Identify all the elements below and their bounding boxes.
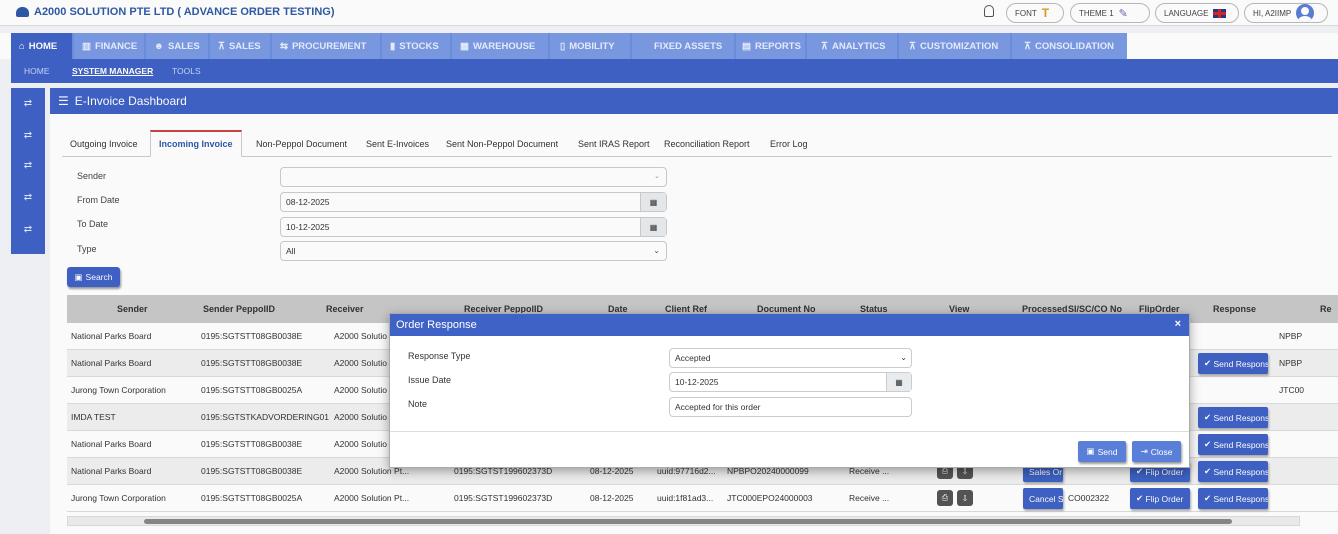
close-label: Close [1150,446,1173,457]
issue-date-input[interactable]: 10-12-2025 ▦ [669,372,912,392]
issue-date-value: 10-12-2025 [675,377,719,387]
send-label: Send [1097,446,1118,457]
note-label: Note [408,399,428,409]
response-type-select[interactable]: Accepted ⌄ [669,348,912,368]
modal-title: Order Response [396,319,477,331]
note-value: Accepted for this order [675,402,761,412]
sign-out-icon: ⇥ [1140,446,1148,456]
save-icon: ▣ [1086,446,1095,456]
modal-divider [390,431,1189,432]
note-input[interactable]: Accepted for this order [669,397,912,417]
modal-header: Order Response [390,314,1189,336]
chevron-down-icon: ⌄ [900,353,907,362]
send-button[interactable]: ▣ Send [1078,441,1126,462]
order-response-modal: Order Response × Response Type Accepted … [389,313,1190,468]
issue-date-label: Issue Date [408,375,452,385]
calendar-icon[interactable]: ▦ [886,373,911,391]
close-icon[interactable]: × [1175,318,1181,330]
close-button[interactable]: ⇥ Close [1132,441,1181,462]
response-type-label: Response Type [408,351,471,361]
response-type-value: Accepted [675,353,711,363]
